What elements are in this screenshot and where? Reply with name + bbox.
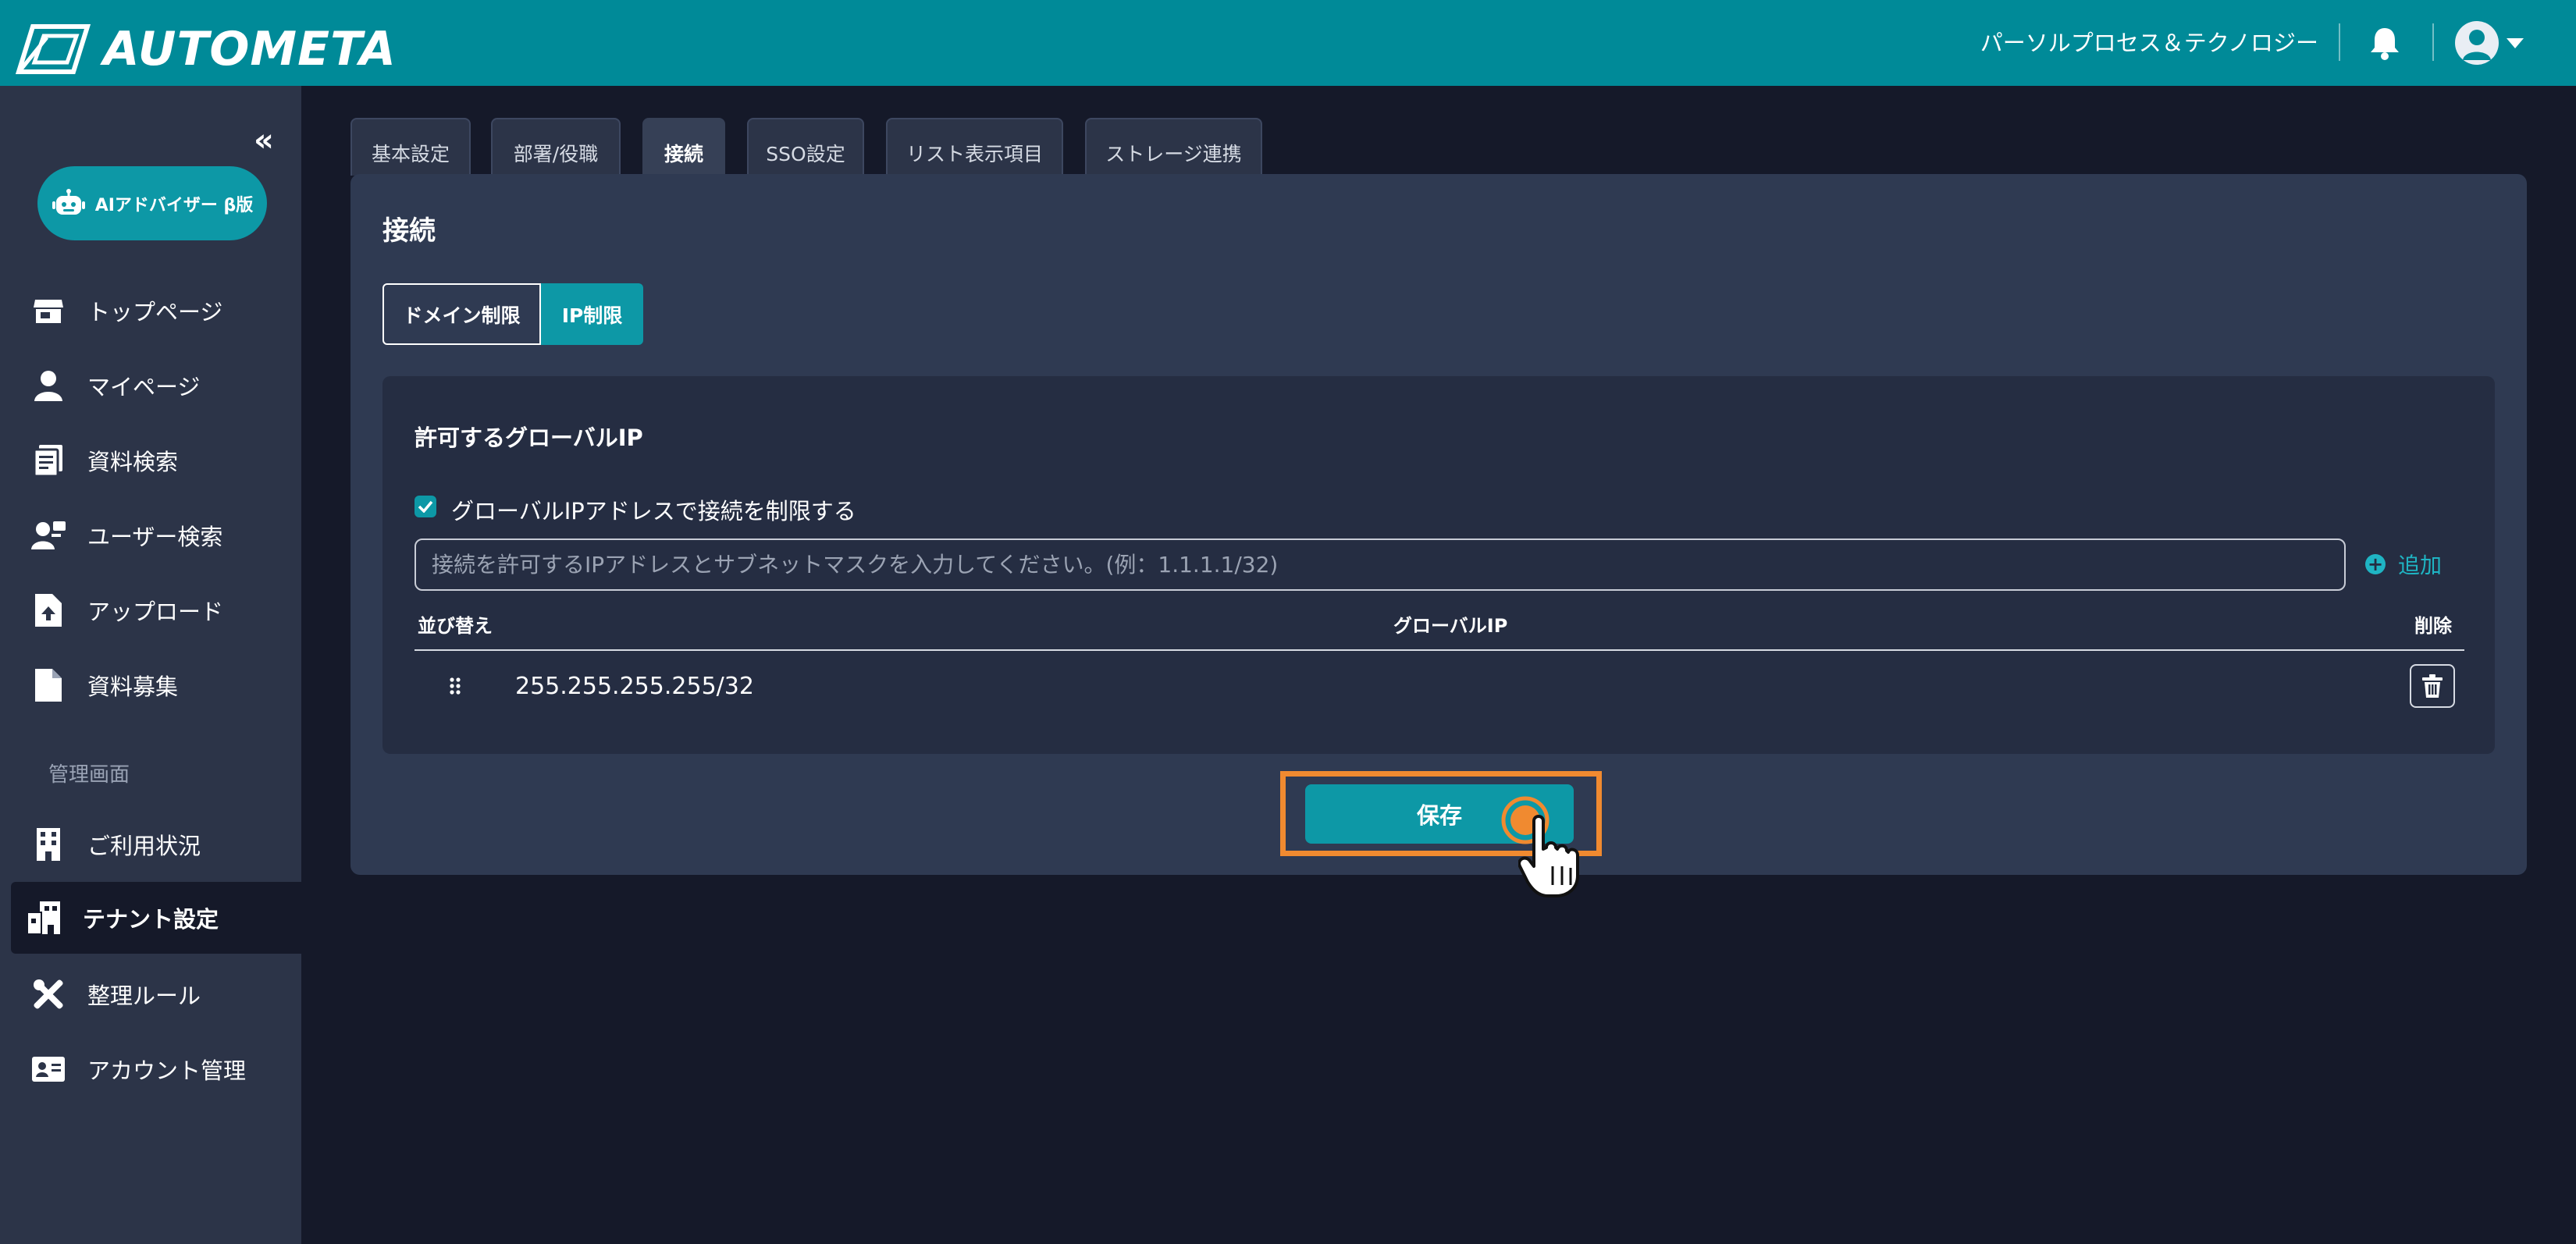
organization-name: パーソルプロセス＆テクノロジー xyxy=(1980,30,2318,56)
tools-icon xyxy=(31,977,66,1011)
restrict-ip-checkbox-label[interactable]: グローバルIPアドレスで接続を制限する xyxy=(451,493,856,526)
sidebar-item-user-search[interactable]: ユーザー検索 xyxy=(11,499,301,571)
ip-restriction-button[interactable]: IP制限 xyxy=(541,283,643,345)
header-divider xyxy=(2339,23,2340,61)
table-row-ip: 255.255.255.255/32 xyxy=(515,673,754,700)
user-search-icon xyxy=(31,518,66,553)
sidebar-item-label: 資料検索 xyxy=(87,449,179,475)
tab-label: SSO設定 xyxy=(766,143,845,165)
tenant-icon xyxy=(27,901,61,935)
app-logo[interactable]: AUTOMETA xyxy=(16,22,397,76)
person-icon xyxy=(31,368,66,403)
store-icon xyxy=(31,293,66,328)
sidebar-item-label: 整理ルール xyxy=(87,983,201,1009)
restrict-ip-checkbox[interactable] xyxy=(415,496,436,517)
tab-label: 基本設定 xyxy=(371,143,450,165)
sidebar-item-label: トップページ xyxy=(87,299,223,325)
tab-storage-integration[interactable]: ストレージ連携 xyxy=(1085,118,1262,176)
ai-advisor-label: AIアドバイザー β版 xyxy=(94,195,254,215)
tab-label: 接続 xyxy=(664,143,703,165)
sidebar-item-label: アップロード xyxy=(87,599,224,625)
sidebar-item-label: マイページ xyxy=(87,374,201,400)
ai-advisor-button[interactable]: AIアドバイザー β版 xyxy=(37,166,267,240)
sidebar-item-top-page[interactable]: トップページ xyxy=(11,275,301,347)
sidebar-item-label: アカウント管理 xyxy=(87,1057,247,1084)
logo-text: AUTOMETA xyxy=(103,22,397,76)
check-icon xyxy=(418,500,433,513)
save-label: 保存 xyxy=(1416,802,1462,829)
table-divider xyxy=(415,649,2464,651)
sidebar-item-tenant-settings[interactable]: テナント設定 xyxy=(11,882,301,954)
delete-ip-button[interactable] xyxy=(2410,664,2455,708)
header-divider xyxy=(2432,23,2434,61)
file-upload-icon xyxy=(31,593,66,627)
page-title: 接続 xyxy=(382,215,436,247)
tab-label: 部署/役職 xyxy=(513,143,599,165)
domain-restriction-button[interactable]: ドメイン制限 xyxy=(382,283,541,345)
file-icon xyxy=(31,668,66,702)
plus-circle-icon: + xyxy=(2365,554,2386,574)
tab-sso-settings[interactable]: SSO設定 xyxy=(747,118,864,176)
robot-icon xyxy=(52,188,85,215)
id-card-icon xyxy=(31,1052,66,1086)
logo-mark-icon xyxy=(16,24,91,74)
column-header-sort: 並び替え xyxy=(418,615,493,637)
column-header-delete: 削除 xyxy=(2414,615,2452,637)
avatar xyxy=(2455,21,2499,65)
tab-list-display-items[interactable]: リスト表示項目 xyxy=(886,118,1063,176)
sidebar-item-label: ご利用状況 xyxy=(87,833,201,859)
sidebar-item-usage[interactable]: ご利用状況 xyxy=(11,809,301,880)
sidebar-item-label: テナント設定 xyxy=(83,906,219,933)
hand-pointer-icon xyxy=(1518,815,1579,897)
sidebar-item-label: ユーザー検索 xyxy=(87,524,223,550)
sidebar-item-document-recruit[interactable]: 資料募集 xyxy=(11,649,301,721)
user-menu[interactable] xyxy=(2455,21,2533,65)
trash-icon xyxy=(2422,674,2443,698)
drag-handle-icon[interactable] xyxy=(449,677,461,695)
building-icon xyxy=(31,827,66,862)
segment-label: IP制限 xyxy=(561,304,623,327)
document-list-icon xyxy=(31,443,66,478)
notification-bell-icon[interactable] xyxy=(2365,23,2404,62)
tab-basic-settings[interactable]: 基本設定 xyxy=(350,118,471,176)
add-ip-label: 追加 xyxy=(2398,553,2443,578)
segment-label: ドメイン制限 xyxy=(403,304,521,327)
sidebar-item-document-search[interactable]: 資料検索 xyxy=(11,425,301,496)
sidebar-item-account-management[interactable]: アカウント管理 xyxy=(11,1033,301,1105)
app-header: AUTOMETA パーソルプロセス＆テクノロジー xyxy=(0,0,2576,86)
sidebar-item-my-page[interactable]: マイページ xyxy=(11,350,301,421)
chevron-down-icon xyxy=(2507,37,2524,48)
sidebar-item-label: 資料募集 xyxy=(87,674,179,700)
tab-label: リスト表示項目 xyxy=(906,143,1043,165)
panel-title: 許可するグローバルIP xyxy=(415,425,643,451)
restriction-toggle: ドメイン制限 IP制限 xyxy=(382,283,643,345)
admin-section-label: 管理画面 xyxy=(48,763,130,787)
column-header-global-ip: グローバルIP xyxy=(1393,615,1508,637)
ip-address-input[interactable] xyxy=(415,538,2346,591)
collapse-sidebar-icon[interactable]: « xyxy=(254,125,274,156)
tab-connection[interactable]: 接続 xyxy=(642,118,725,176)
tab-departments[interactable]: 部署/役職 xyxy=(491,118,621,176)
tab-label: ストレージ連携 xyxy=(1105,143,1242,165)
sidebar-item-upload[interactable]: アップロード xyxy=(11,574,301,646)
add-ip-button[interactable]: + 追加 xyxy=(2365,549,2442,580)
sidebar-item-rules[interactable]: 整理ルール xyxy=(11,958,301,1030)
